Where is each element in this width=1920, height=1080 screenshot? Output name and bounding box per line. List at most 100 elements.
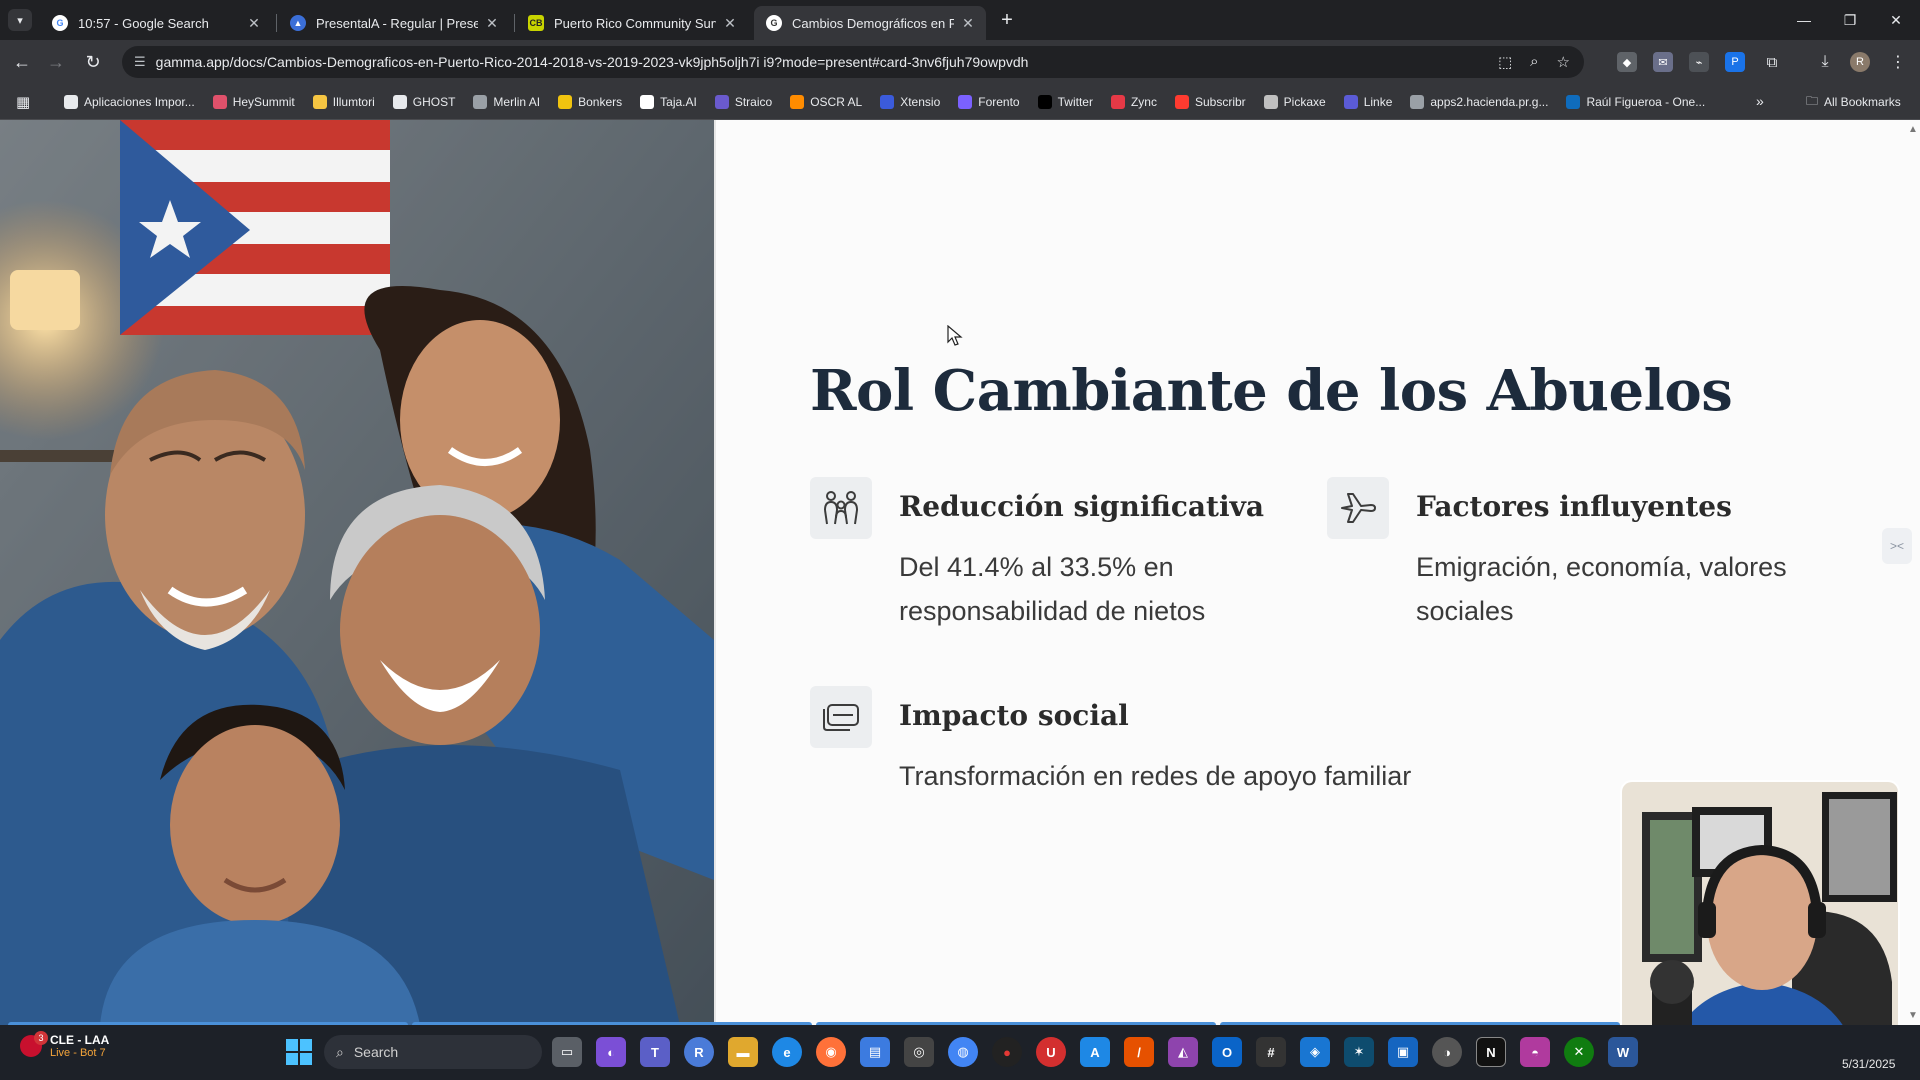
bookmark-item[interactable]: Subscribr <box>1174 95 1246 109</box>
close-window-icon[interactable]: ✕ <box>1873 0 1919 40</box>
windows-start-icon[interactable] <box>286 1039 312 1065</box>
page-scrollbar[interactable]: ▲ ▼ <box>1904 120 1920 1025</box>
new-tab-button[interactable]: + <box>995 8 1019 32</box>
bookmark-item[interactable]: Raúl Figueroa - One... <box>1566 95 1705 109</box>
app-gray-icon[interactable]: ◑ <box>1432 1037 1462 1067</box>
slack-icon[interactable]: # <box>1256 1037 1286 1067</box>
address-bar[interactable]: ☰ gamma.app/docs/Cambios-Demograficos-en… <box>122 46 1584 78</box>
app-teal-icon[interactable]: ✶ <box>1344 1037 1374 1067</box>
bookmark-item[interactable]: HeySummit <box>212 95 295 109</box>
tab-google-search[interactable]: G 10:57 - Google Search ✕ <box>40 6 272 40</box>
tab-community-survey[interactable]: CB Puerto Rico Community Survey ✕ <box>516 6 748 40</box>
xbox-icon[interactable]: ✕ <box>1564 1037 1594 1067</box>
camera-icon[interactable]: ◎ <box>904 1037 934 1067</box>
profile-r-icon[interactable]: R <box>684 1037 714 1067</box>
bookmark-label: OSCR AL <box>810 95 863 109</box>
reload-icon[interactable]: ↻ <box>80 49 106 75</box>
bookmark-item[interactable]: Taja.AI <box>640 95 697 109</box>
tab-cambios-demograficos[interactable]: G Cambios Demográficos en Puer ✕ <box>754 6 986 40</box>
app-pink-icon[interactable]: ◓ <box>1520 1037 1550 1067</box>
bookmark-label: Merlin AI <box>493 95 541 109</box>
record-icon[interactable]: ● <box>992 1037 1022 1067</box>
extension-link-icon[interactable]: ⌁ <box>1689 52 1709 72</box>
copilot-icon[interactable]: ◐ <box>596 1037 626 1067</box>
edge-icon[interactable]: e <box>772 1037 802 1067</box>
all-bookmarks-label: All Bookmarks <box>1824 95 1901 109</box>
extension-p-icon[interactable]: P <box>1725 52 1745 72</box>
more-bookmarks-icon[interactable]: » <box>1756 93 1764 109</box>
bookmark-label: Raúl Figueroa - One... <box>1586 95 1706 109</box>
extension-shield-icon[interactable]: ◆ <box>1617 52 1637 72</box>
bookmark-item[interactable]: Merlin AI <box>473 95 540 109</box>
tab-search-icon[interactable]: ▾ <box>8 9 32 31</box>
zoom-icon[interactable]: ⌕ <box>1530 53 1538 71</box>
restore-icon[interactable]: ❐ <box>1827 0 1873 40</box>
store-icon[interactable]: ▤ <box>860 1037 890 1067</box>
extension-mail-icon[interactable]: ✉ <box>1653 52 1673 72</box>
close-tab-icon[interactable]: ✕ <box>246 15 262 31</box>
profile-avatar[interactable]: R <box>1850 52 1870 72</box>
pickaxe-icon <box>1263 95 1278 109</box>
task-view-icon[interactable]: ▭ <box>552 1037 582 1067</box>
app-doc-icon[interactable]: ▣ <box>1388 1037 1418 1067</box>
bookmark-label: Xtensio <box>900 95 941 109</box>
affinity-icon[interactable]: ◭ <box>1168 1037 1198 1067</box>
bookmark-item[interactable]: GHOST <box>392 95 455 109</box>
app-red-icon[interactable]: U <box>1036 1037 1066 1067</box>
back-icon[interactable]: ← <box>9 49 35 75</box>
bookmark-item[interactable]: Illumtori <box>312 95 375 109</box>
bookmark-item[interactable]: Pickaxe <box>1263 95 1326 109</box>
teams-icon[interactable]: T <box>640 1037 670 1067</box>
bookmark-item[interactable]: apps2.hacienda.pr.g... <box>1410 95 1548 109</box>
bookmark-item[interactable]: Xtensio <box>880 95 940 109</box>
close-tab-icon[interactable]: ✕ <box>722 15 738 31</box>
tab-strip: ▾ G 10:57 - Google Search ✕ ▲ PresentalA… <box>0 0 1920 40</box>
bookmarks-bar: ▦ Aplicaciones Impor... HeySummit Illumtor… <box>0 84 1920 120</box>
close-tab-icon[interactable]: ✕ <box>960 15 976 31</box>
app-blue-icon[interactable]: ◈ <box>1300 1037 1330 1067</box>
menu-kebab-icon[interactable]: ⋮ <box>1888 52 1908 72</box>
word-icon[interactable]: W <box>1608 1037 1638 1067</box>
bookmark-item[interactable]: Aplicaciones Impor... <box>64 95 195 109</box>
mouse-cursor-icon <box>947 325 963 346</box>
site-info-icon[interactable]: ☰ <box>134 54 146 70</box>
taskbar-date[interactable]: 5/31/2025 <box>1842 1057 1895 1071</box>
scroll-down-icon[interactable]: ▼ <box>1908 1010 1918 1021</box>
widget-live-game[interactable]: 3 CLE - LAA Live - Bot 7 <box>20 1031 109 1059</box>
taja-icon <box>640 95 655 109</box>
close-tab-icon[interactable]: ✕ <box>484 15 500 31</box>
stripes-icon[interactable]: / <box>1124 1037 1154 1067</box>
file-explorer-icon[interactable]: ▬ <box>728 1037 758 1067</box>
notion-icon[interactable]: N <box>1476 1037 1506 1067</box>
minimize-icon[interactable]: — <box>1781 0 1827 40</box>
notification-badge: 3 <box>34 1031 48 1045</box>
bookmark-star-icon[interactable]: ☆ <box>1557 53 1570 71</box>
firefox-icon[interactable]: ◉ <box>816 1037 846 1067</box>
forward-icon[interactable]: → <box>43 49 69 75</box>
bookmark-item[interactable]: Bonkers <box>558 95 622 109</box>
apps-grid-icon[interactable]: ▦ <box>16 93 34 111</box>
install-app-icon[interactable]: ⬚ <box>1498 53 1512 71</box>
scroll-up-icon[interactable]: ▲ <box>1908 124 1918 135</box>
heysummit-icon <box>212 95 227 109</box>
bookmark-item[interactable]: Twitter <box>1037 95 1093 109</box>
search-placeholder: Search <box>353 1044 399 1060</box>
browser-toolbar: ← → ↻ ☰ gamma.app/docs/Cambios-Demografi… <box>0 40 1920 84</box>
chrome-icon[interactable]: ◍ <box>948 1037 978 1067</box>
bookmark-item[interactable]: OSCR AL <box>790 95 862 109</box>
url-text[interactable]: gamma.app/docs/Cambios-Demograficos-en-P… <box>156 54 1029 70</box>
outlook-icon[interactable]: O <box>1212 1037 1242 1067</box>
all-bookmarks-button[interactable]: 🗀 All Bookmarks <box>1806 84 1901 120</box>
taskbar-search[interactable]: ⌕ Search <box>324 1035 542 1069</box>
bookmark-item[interactable]: Straico <box>714 95 772 109</box>
download-icon[interactable]: ⤓ <box>1815 52 1835 72</box>
slide-divider <box>714 120 716 1025</box>
bookmark-label: Linke <box>1363 95 1393 109</box>
tab-title: Puerto Rico Community Survey <box>554 15 716 31</box>
extensions-puzzle-icon[interactable]: ⧉ <box>1762 52 1782 72</box>
bookmark-item[interactable]: Linke <box>1343 95 1393 109</box>
bookmark-item[interactable]: Zync <box>1110 95 1157 109</box>
azure-icon[interactable]: A <box>1080 1037 1110 1067</box>
tab-presentala[interactable]: ▲ PresentalA - Regular | Presenta ✕ <box>278 6 510 40</box>
bookmark-item[interactable]: Forento <box>958 95 1020 109</box>
